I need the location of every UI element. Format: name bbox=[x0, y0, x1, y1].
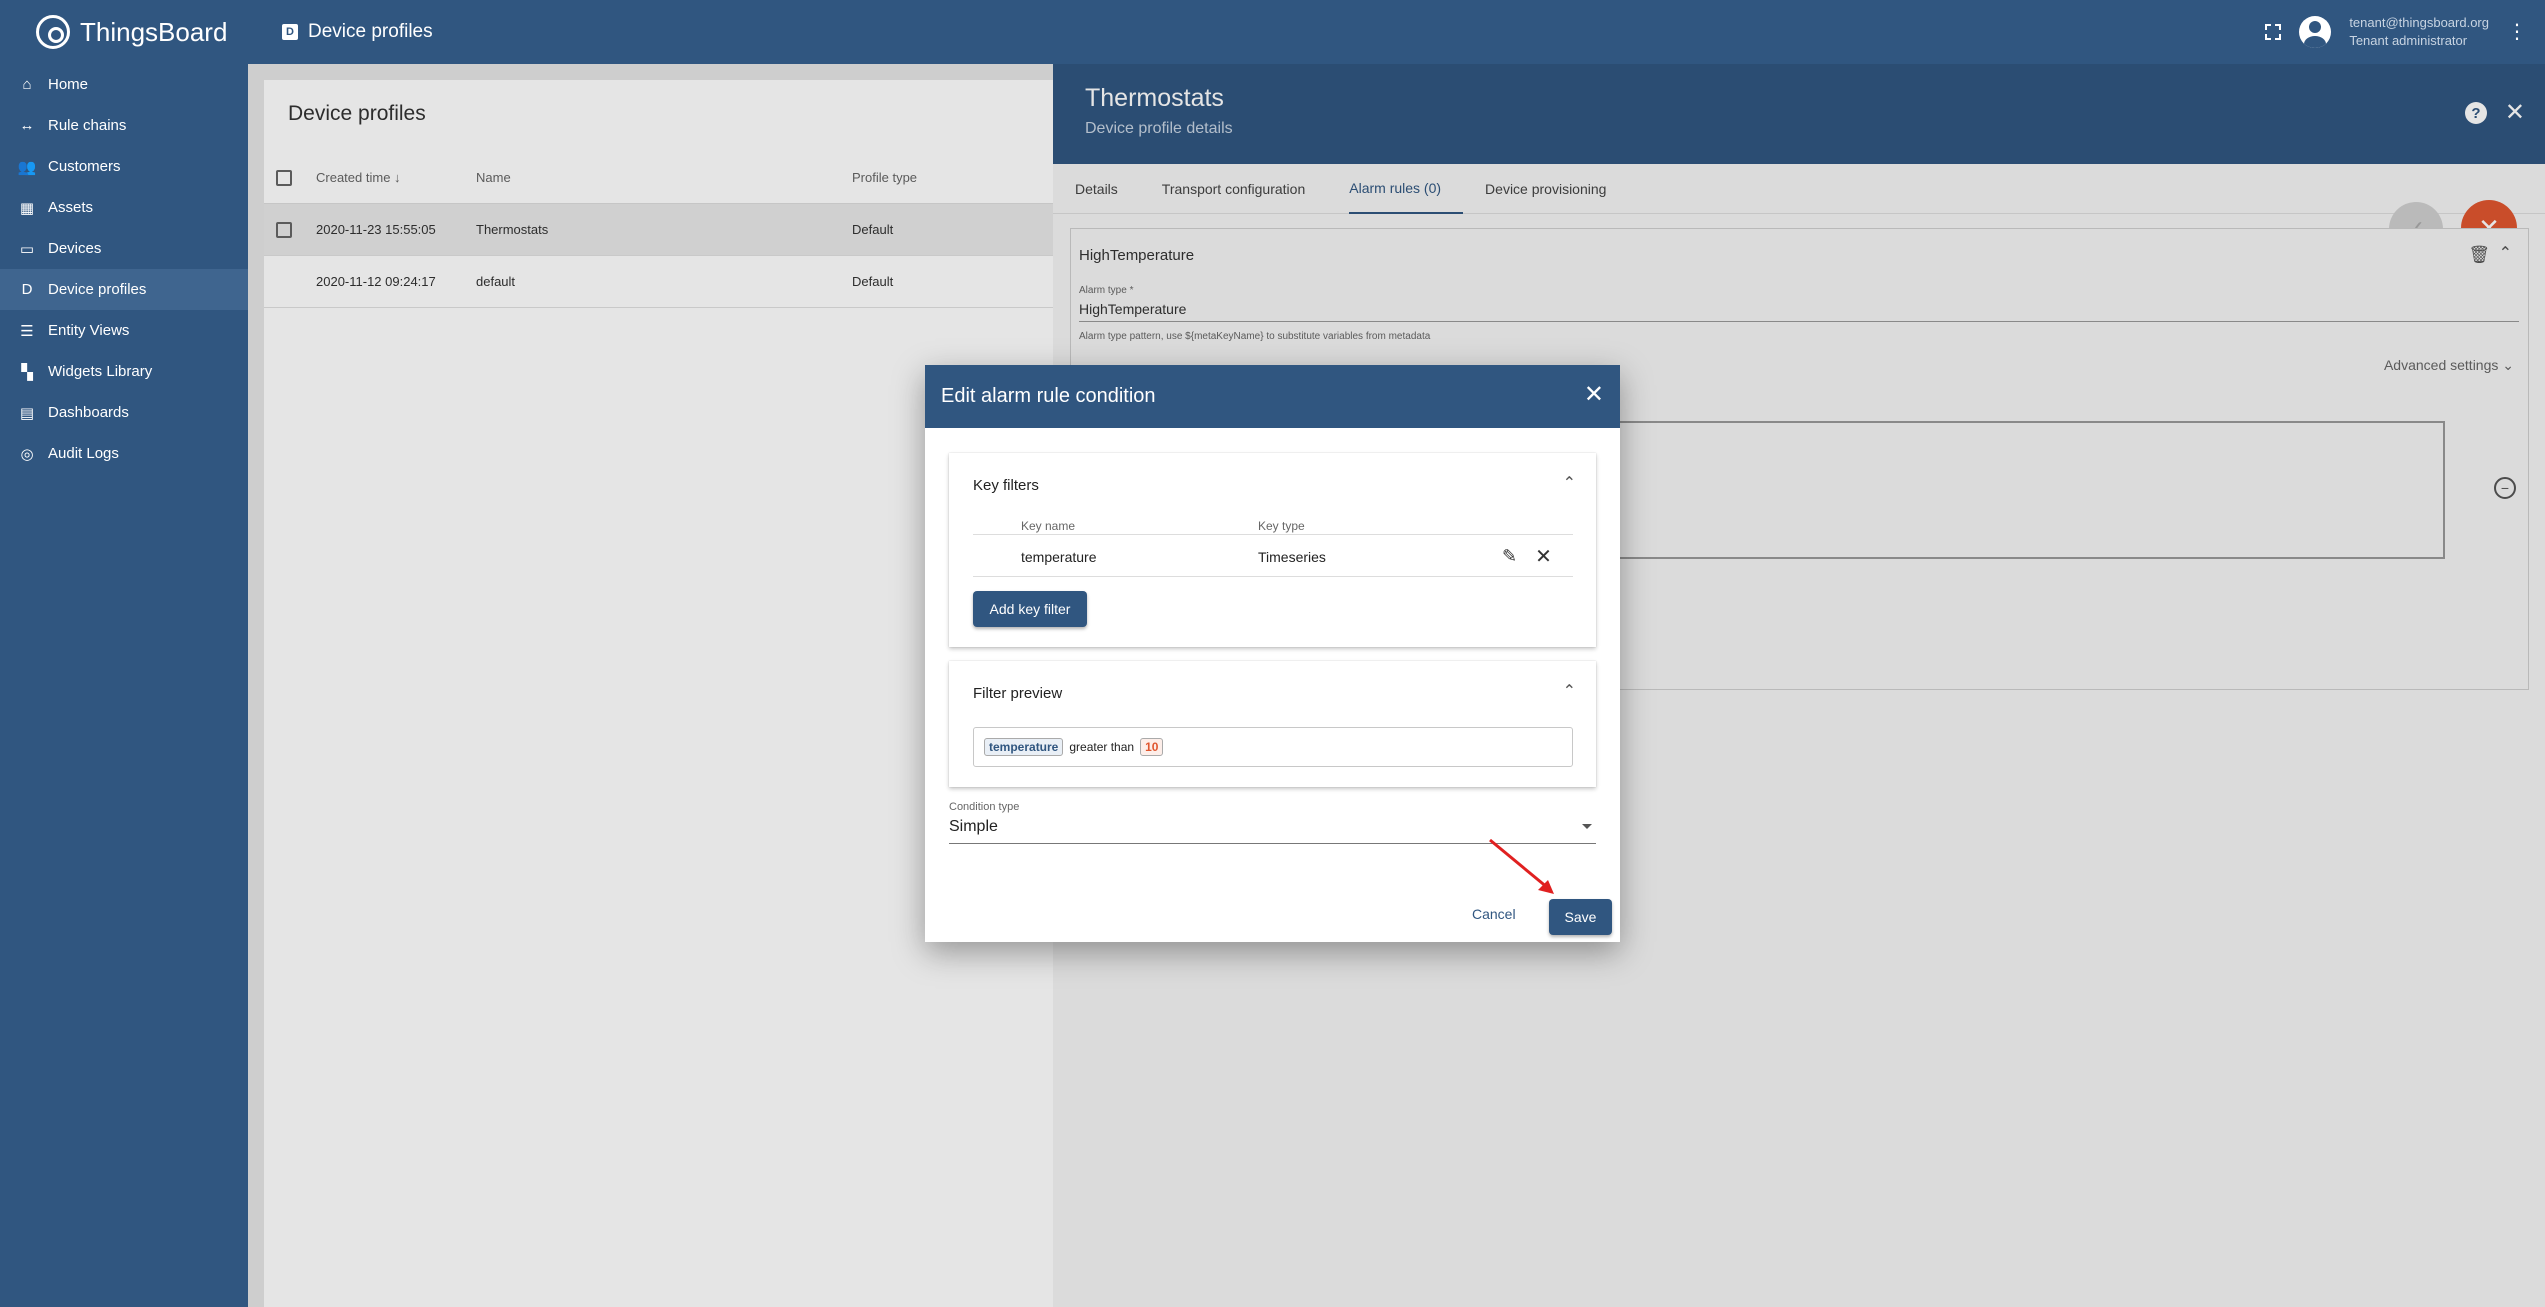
rule-chains-icon: ↔ bbox=[19, 117, 35, 134]
thingsboard-logo-icon bbox=[36, 15, 70, 49]
edit-icon[interactable]: ✎ bbox=[1502, 546, 1517, 567]
key-filters-title: Key filters bbox=[973, 477, 1039, 494]
app-logo[interactable]: ThingsBoard bbox=[0, 0, 248, 64]
device-profiles-icon: D bbox=[282, 24, 298, 40]
sidebar: ThingsBoard ⌂ Home ↔ Rule chains 👥 Customer… bbox=[0, 0, 248, 1307]
account-circle-icon[interactable] bbox=[2299, 16, 2332, 48]
sidebar-item-entity-views[interactable]: ☰ Entity Views bbox=[0, 310, 248, 351]
filter-preview-box: temperature greater than 10 bbox=[973, 727, 1573, 767]
user-email: tenant@thingsboard.org bbox=[2349, 15, 2489, 30]
cancel-button[interactable]: Cancel bbox=[1472, 906, 1516, 922]
customers-icon: 👥 bbox=[17, 158, 37, 176]
condition-type-label: Condition type bbox=[949, 801, 1020, 813]
filter-preview-title: Filter preview bbox=[973, 685, 1063, 702]
dialog-title: Edit alarm rule condition bbox=[941, 385, 1156, 407]
dialog-header: Edit alarm rule condition ✕ bbox=[925, 365, 1620, 428]
filter-preview-panel: Filter preview ⌃ temperature greater tha… bbox=[949, 661, 1596, 787]
add-key-filter-button[interactable]: Add key filter bbox=[973, 591, 1087, 627]
sidebar-item-devices[interactable]: ▭ Devices bbox=[0, 228, 248, 269]
sidebar-item-audit-logs[interactable]: ◎ Audit Logs bbox=[0, 433, 248, 474]
preview-operation: greater than bbox=[1069, 740, 1135, 754]
save-button[interactable]: Save bbox=[1549, 899, 1612, 935]
breadcrumb-label: Device profiles bbox=[308, 21, 433, 42]
key-name-header: Key name bbox=[1021, 519, 1076, 533]
dropdown-arrow-icon bbox=[1582, 824, 1592, 829]
assets-icon: ▦ bbox=[19, 199, 35, 217]
key-name-cell: temperature bbox=[1021, 548, 1097, 565]
breadcrumb: D Device profiles bbox=[248, 21, 433, 43]
sidebar-item-widgets-library[interactable]: ▚ Widgets Library bbox=[0, 351, 248, 392]
sidebar-item-customers[interactable]: 👥 Customers bbox=[0, 146, 248, 187]
user-role: Tenant administrator bbox=[2349, 33, 2468, 48]
chevron-up-icon[interactable]: ⌃ bbox=[1563, 681, 1576, 701]
app-name: ThingsBoard bbox=[80, 16, 228, 47]
key-filter-row: temperature Timeseries ✎ ✕ bbox=[973, 537, 1573, 577]
annotation-arrow bbox=[1489, 838, 1554, 894]
user-info[interactable]: tenant@thingsboard.org Tenant administra… bbox=[2349, 14, 2489, 50]
sidebar-item-rule-chains[interactable]: ↔ Rule chains bbox=[0, 105, 248, 146]
fullscreen-icon[interactable] bbox=[2265, 24, 2282, 40]
key-type-cell: Timeseries bbox=[1258, 548, 1326, 565]
close-icon[interactable]: ✕ bbox=[1535, 544, 1552, 569]
sidebar-item-assets[interactable]: ▦ Assets bbox=[0, 187, 248, 228]
key-filters-panel: Key filters ⌃ Key name Key type temperat… bbox=[949, 453, 1596, 647]
sidebar-item-home[interactable]: ⌂ Home bbox=[0, 64, 248, 105]
device-profiles-icon: D bbox=[21, 281, 33, 298]
chevron-up-icon[interactable]: ⌃ bbox=[1563, 473, 1576, 493]
key-type-header: Key type bbox=[1258, 519, 1305, 533]
preview-value-chip: 10 bbox=[1140, 738, 1164, 756]
entity-views-icon: ☰ bbox=[20, 322, 34, 340]
more-vert-icon[interactable]: ⋮ bbox=[2507, 22, 2527, 42]
preview-key-chip: temperature bbox=[984, 738, 1064, 756]
close-dialog-icon[interactable]: ✕ bbox=[1584, 383, 1604, 407]
top-bar: D Device profiles tenant@thingsboard.org… bbox=[248, 0, 2545, 64]
key-filters-header: Key name Key type bbox=[973, 519, 1573, 535]
home-icon: ⌂ bbox=[22, 76, 32, 93]
devices-icon: ▭ bbox=[19, 240, 35, 258]
sidebar-item-dashboards[interactable]: ▤ Dashboards bbox=[0, 392, 248, 433]
sidebar-item-device-profiles[interactable]: D Device profiles bbox=[0, 269, 248, 310]
dashboards-icon: ▤ bbox=[19, 404, 35, 422]
audit-logs-icon: ◎ bbox=[20, 445, 34, 463]
widgets-library-icon: ▚ bbox=[21, 363, 33, 381]
sidebar-nav: ⌂ Home ↔ Rule chains 👥 Customers ▦ Assets ▭ D… bbox=[0, 64, 248, 474]
